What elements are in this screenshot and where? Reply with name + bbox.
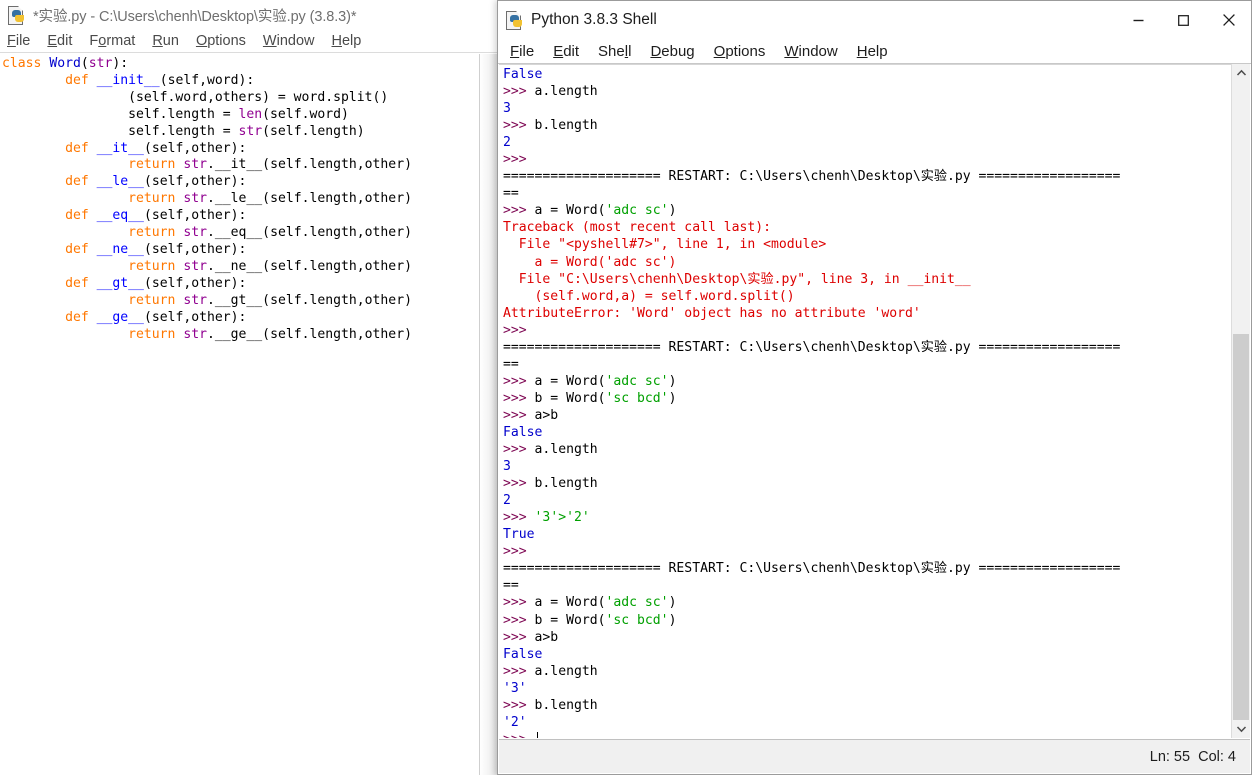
editor-menu-help[interactable]: Help xyxy=(332,33,362,49)
shell-menu-options[interactable]: Options xyxy=(714,43,766,60)
shell-menu-debug[interactable]: Debug xyxy=(650,43,694,60)
editor-menu-edit[interactable]: Edit xyxy=(47,33,72,49)
shell-menu-window[interactable]: Window xyxy=(784,43,837,60)
editor-menu-run[interactable]: Run xyxy=(152,33,179,49)
shell-vertical-scrollbar[interactable] xyxy=(1231,64,1250,738)
editor-source-code[interactable]: class Word(str): def __init__(self,word)… xyxy=(2,56,412,343)
editor-menu-file[interactable]: File xyxy=(7,33,30,49)
minimize-button[interactable] xyxy=(1116,1,1161,39)
shell-transcript[interactable]: False >>> a.length 3 >>> b.length 2 >>> … xyxy=(503,66,1228,738)
text-caret xyxy=(536,731,538,738)
shell-menu-help[interactable]: Help xyxy=(857,43,888,60)
shell-window-title: Python 3.8.3 Shell xyxy=(531,11,657,28)
editor-titlebar[interactable]: *实验.py - C:\Users\chenh\Desktop\实验.py (3… xyxy=(0,0,497,30)
editor-window: *实验.py - C:\Users\chenh\Desktop\实验.py (3… xyxy=(0,0,497,775)
editor-window-title: *实验.py - C:\Users\chenh\Desktop\实验.py (3… xyxy=(33,8,357,25)
editor-text-area[interactable]: class Word(str): def __init__(self,word)… xyxy=(0,54,497,775)
editor-menu-window[interactable]: Window xyxy=(263,33,315,49)
shell-window: Python 3.8.3 Shell File Edit Shell Debug… xyxy=(497,0,1252,775)
maximize-button[interactable] xyxy=(1161,1,1206,39)
shell-output-area[interactable]: False >>> a.length 3 >>> b.length 2 >>> … xyxy=(499,64,1250,738)
shell-menubar: File Edit Shell Debug Options Window Hel… xyxy=(498,39,1251,64)
close-button[interactable] xyxy=(1206,1,1251,39)
shell-menu-edit[interactable]: Edit xyxy=(553,43,579,60)
editor-menu-format[interactable]: Format xyxy=(89,33,135,49)
shell-menu-shell[interactable]: Shell xyxy=(598,43,631,60)
editor-menubar: File Edit Format Run Options Window Help xyxy=(0,30,497,53)
chevron-down-icon[interactable] xyxy=(1232,720,1250,738)
shell-statusbar: Ln: 55 Col: 4 xyxy=(499,739,1250,773)
window-controls xyxy=(1116,1,1251,39)
shell-scrollbar-thumb[interactable] xyxy=(1233,333,1249,720)
shell-titlebar[interactable]: Python 3.8.3 Shell xyxy=(498,1,1251,39)
cursor-position-label: Ln: 55 Col: 4 xyxy=(1149,748,1236,765)
python-idle-icon xyxy=(6,5,26,25)
shell-menu-file[interactable]: File xyxy=(510,43,534,60)
editor-menu-options[interactable]: Options xyxy=(196,33,246,49)
python-idle-icon xyxy=(504,10,524,30)
editor-vertical-scrollbar[interactable] xyxy=(479,54,497,775)
chevron-up-icon[interactable] xyxy=(1232,64,1250,82)
